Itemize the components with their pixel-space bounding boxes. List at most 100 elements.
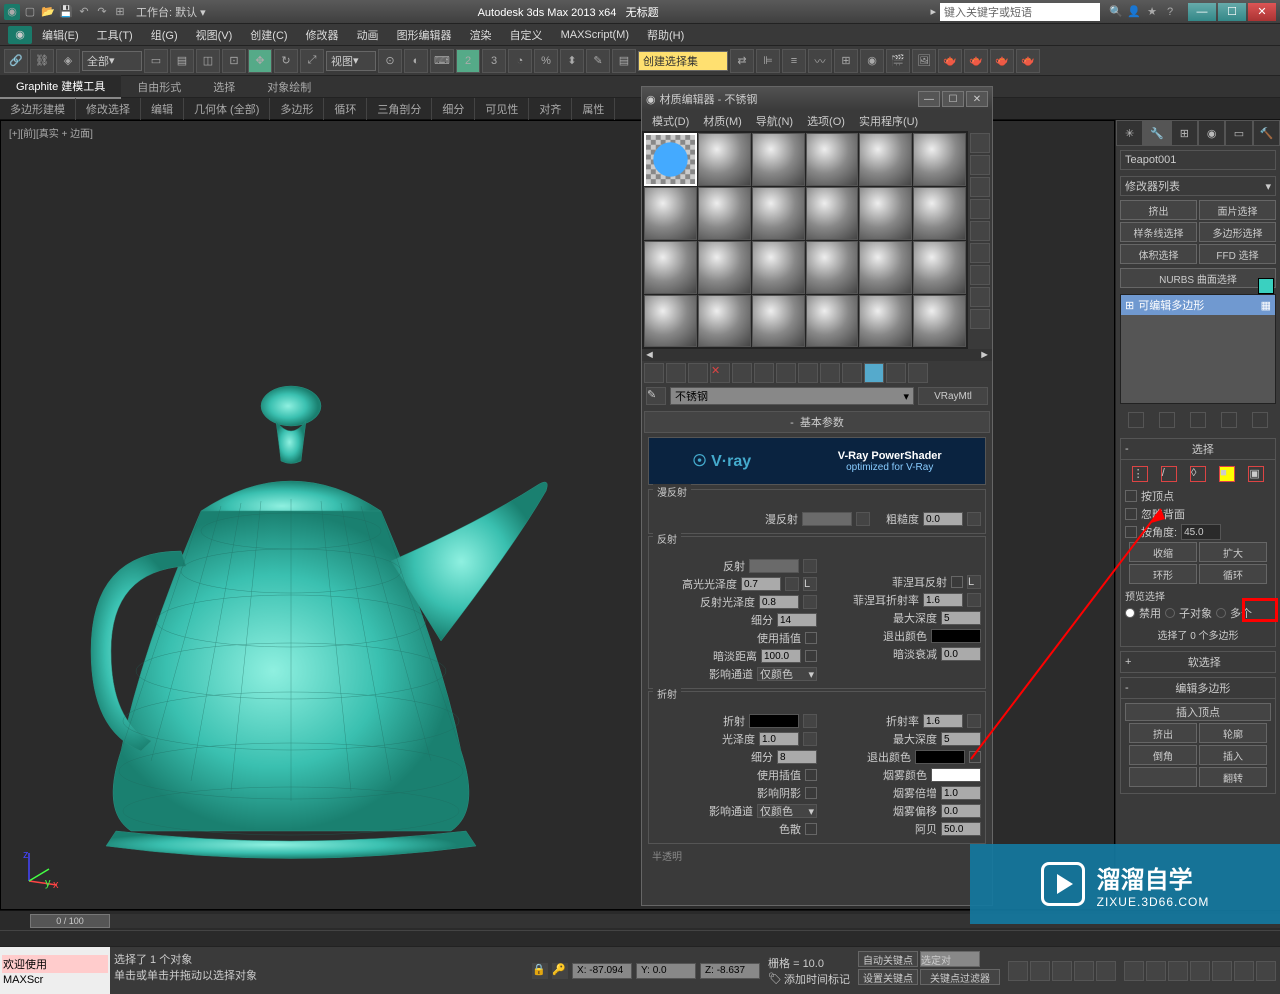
btn-ffd-sel[interactable]: FFD 选择 [1199,244,1276,264]
pick-material-icon[interactable]: ✎ [646,387,666,405]
remove-icon[interactable] [1221,412,1237,428]
material-type-button[interactable]: VRayMtl [918,387,988,405]
edit-bridge-button[interactable] [1129,767,1197,787]
sub-vis[interactable]: 可见性 [475,98,529,120]
layers-icon[interactable]: ≡ [782,49,806,73]
make-copy-icon[interactable] [732,363,752,383]
display-tab-icon[interactable]: ▭ [1225,120,1252,146]
refract-interp-check[interactable] [805,769,817,781]
edit-named-sel-icon[interactable]: ✎ [586,49,610,73]
edit-inset-button[interactable]: 插入 [1199,745,1267,765]
material-slot-21[interactable] [752,295,805,348]
material-editor-icon[interactable]: ◉ [860,49,884,73]
signin-icon[interactable]: 👤 [1126,4,1142,20]
btn-vol-sel[interactable]: 体积选择 [1120,244,1197,264]
edit-flip-button[interactable]: 翻转 [1199,767,1267,787]
loop-button[interactable]: 循环 [1199,564,1267,584]
teapot1-icon[interactable]: 🫖 [964,49,988,73]
show-end-icon[interactable] [842,363,862,383]
add-time-tag[interactable]: 添加时间标记 [784,971,850,987]
uv-tile-icon[interactable] [970,199,990,219]
show-in-vp-icon[interactable] [820,363,840,383]
ribbon-freeform[interactable]: 自由形式 [121,76,197,98]
mat-close-button[interactable]: ✕ [966,91,988,107]
keyboard-icon[interactable]: ⌨ [430,49,454,73]
teapot2-icon[interactable]: 🫖 [990,49,1014,73]
sub-tri[interactable]: 三角剖分 [367,98,432,120]
material-slot-13[interactable] [644,241,697,294]
app-icon[interactable]: ◉ [4,4,20,20]
modifier-list-dropdown[interactable]: 修改器列表▾ [1120,176,1276,196]
material-slot-5[interactable] [859,133,912,186]
scroll-right-icon[interactable]: ► [979,349,990,361]
menu-render[interactable]: 渲染 [462,25,500,45]
window-crossing-icon[interactable]: ⊡ [222,49,246,73]
redo-icon[interactable]: ↷ [94,4,110,20]
time-tag-icon[interactable]: 🏷 [768,972,782,985]
material-slot-23[interactable] [859,295,912,348]
x-coord[interactable]: X: -87.094 [572,963,632,979]
pan-icon[interactable] [1212,961,1232,981]
material-name-field[interactable]: 不锈钢▾ [670,387,914,405]
play-icon[interactable] [1052,961,1072,981]
mat-titlebar[interactable]: ◉材质编辑器 - 不锈钢 — ☐ ✕ [642,87,992,111]
sub-align[interactable]: 对齐 [529,98,572,120]
motion-tab-icon[interactable]: ◉ [1198,120,1225,146]
material-slot-14[interactable] [698,241,751,294]
menu-maxscript[interactable]: MAXScript(M) [553,27,637,43]
material-slot-20[interactable] [698,295,751,348]
radio-multi[interactable] [1216,608,1226,618]
menu-customize[interactable]: 自定义 [502,25,551,45]
material-slot-6[interactable] [913,133,966,186]
maximize-button[interactable]: ☐ [1218,3,1246,21]
z-coord[interactable]: Z: -8.637 [700,963,760,979]
modify-tab-icon[interactable]: 🔧 [1143,120,1170,146]
rendered-frame-icon[interactable]: 🖼 [912,49,936,73]
material-slot-16[interactable] [806,241,859,294]
ribbon-graphite[interactable]: Graphite 建模工具 [0,75,121,99]
create-tab-icon[interactable]: ✳ [1116,120,1143,146]
bridge-icon[interactable]: ⊞ [112,4,128,20]
material-slot-8[interactable] [698,187,751,240]
help-icon[interactable]: ? [1162,4,1178,20]
bind-icon[interactable]: ◈ [56,49,80,73]
move-icon[interactable]: ✥ [248,49,272,73]
fog-color-swatch[interactable] [931,768,981,782]
put-to-scene-icon[interactable] [666,363,686,383]
new-icon[interactable]: ▢ [22,4,38,20]
menu-tools[interactable]: 工具(T) [89,25,141,45]
modifier-stack[interactable]: ⊞可编辑多边形▦ [1120,294,1276,404]
abbe-spinner[interactable]: 50.0 [941,822,981,836]
menu-modifiers[interactable]: 修改器 [298,25,347,45]
material-slot-7[interactable] [644,187,697,240]
app-menu-icon[interactable]: ◉ [8,26,32,44]
mat-menu-mode[interactable]: 模式(D) [646,111,695,131]
y-coord[interactable]: Y: 0.0 [636,963,696,979]
menu-create[interactable]: 创建(C) [242,25,295,45]
video-color-icon[interactable] [970,221,990,241]
material-slot-24[interactable] [913,295,966,348]
material-slot-10[interactable] [806,187,859,240]
material-slot-3[interactable] [752,133,805,186]
backlight-icon[interactable] [970,155,990,175]
orbit-icon[interactable] [1234,961,1254,981]
spinner-snap-icon[interactable]: ⬍ [560,49,584,73]
vertex-icon[interactable]: ⋮ [1132,466,1148,482]
open-icon[interactable]: 📂 [40,4,56,20]
fog-bias-spinner[interactable]: 0.0 [941,804,981,818]
minimize-button[interactable]: — [1188,3,1216,21]
select-by-mat-icon[interactable] [970,287,990,307]
edit-outline-button[interactable]: 轮廓 [1199,723,1267,743]
render-setup-icon[interactable]: 🎬 [886,49,910,73]
element-icon[interactable]: ▣ [1248,466,1264,482]
curve-editor-icon[interactable]: 〰 [808,49,832,73]
sub-modsel[interactable]: 修改选择 [76,98,141,120]
polygon-icon[interactable]: ■ [1219,466,1235,482]
reset-icon[interactable]: ✕ [710,363,730,383]
sub-subdiv[interactable]: 细分 [432,98,475,120]
mat-map-nav-icon[interactable] [970,309,990,329]
menu-animation[interactable]: 动画 [349,25,387,45]
mat-menu-nav[interactable]: 导航(N) [750,111,799,131]
undo-icon[interactable]: ↶ [76,4,92,20]
lock-icon[interactable]: 🔒 [532,963,548,979]
